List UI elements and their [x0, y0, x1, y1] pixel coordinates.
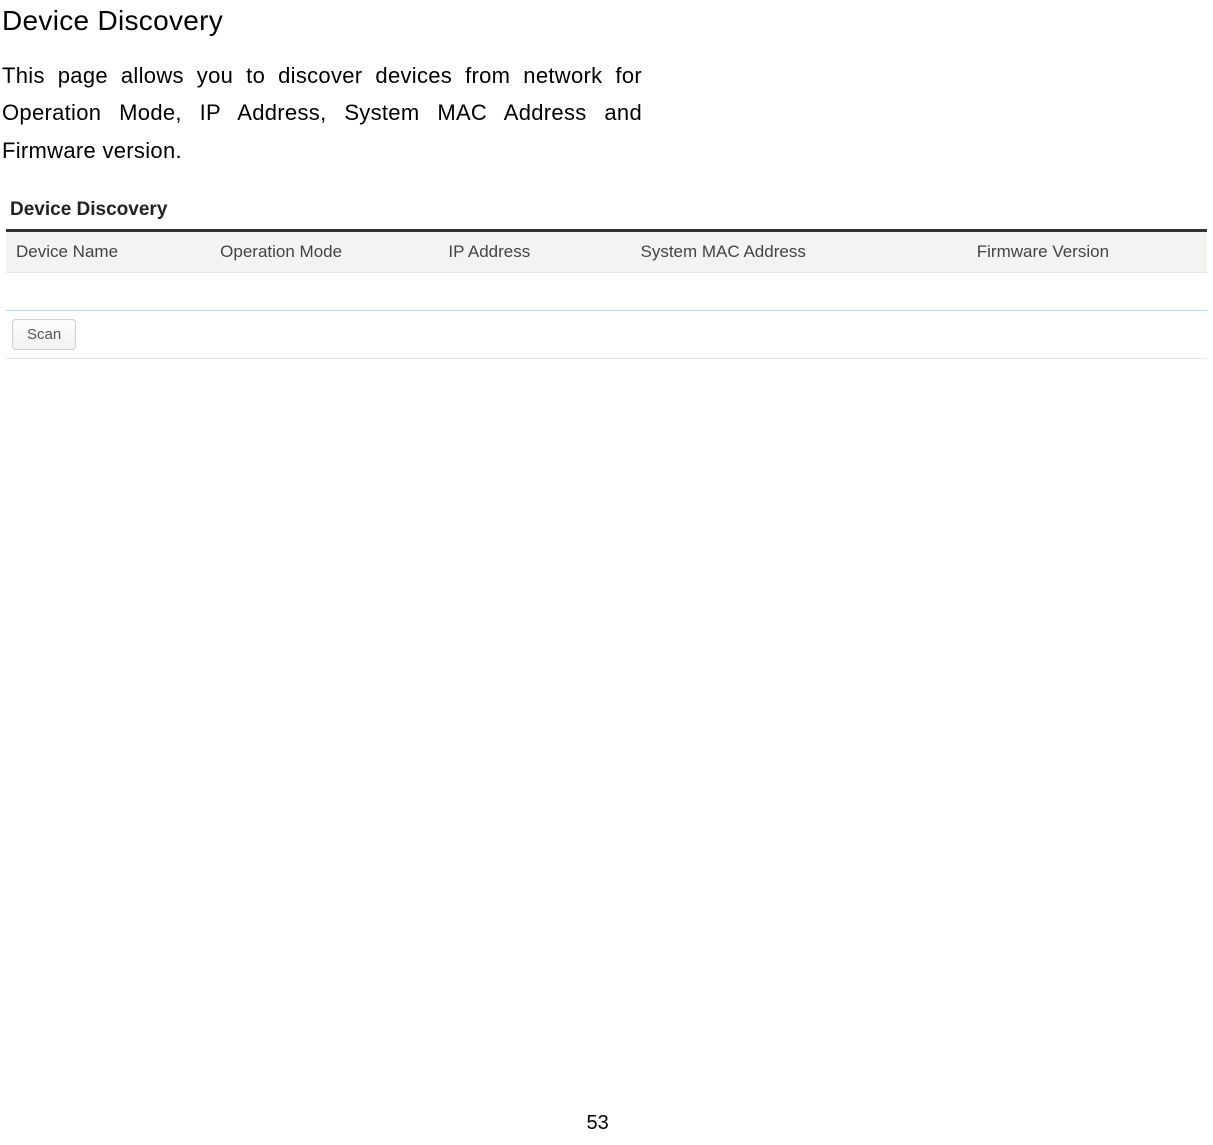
col-ip-address: IP Address — [438, 232, 630, 273]
page-title: Device Discovery — [2, 5, 1213, 37]
col-operation-mode: Operation Mode — [210, 232, 438, 273]
table-empty-row — [6, 273, 1207, 311]
scan-button[interactable]: Scan — [12, 319, 76, 350]
col-firmware: Firmware Version — [967, 232, 1207, 273]
table-header-row: Device Name Operation Mode IP Address Sy… — [6, 232, 1207, 273]
table-action-row: Scan — [6, 311, 1207, 359]
device-table: Device Name Operation Mode IP Address Sy… — [6, 232, 1207, 359]
col-system-mac: System MAC Address — [631, 232, 967, 273]
page-description: This page allows you to discover devices… — [2, 57, 642, 169]
device-discovery-panel: Device Discovery Device Name Operation M… — [6, 199, 1207, 359]
page-number: 53 — [587, 1112, 609, 1135]
col-device-name: Device Name — [6, 232, 210, 273]
panel-title: Device Discovery — [10, 199, 1207, 221]
